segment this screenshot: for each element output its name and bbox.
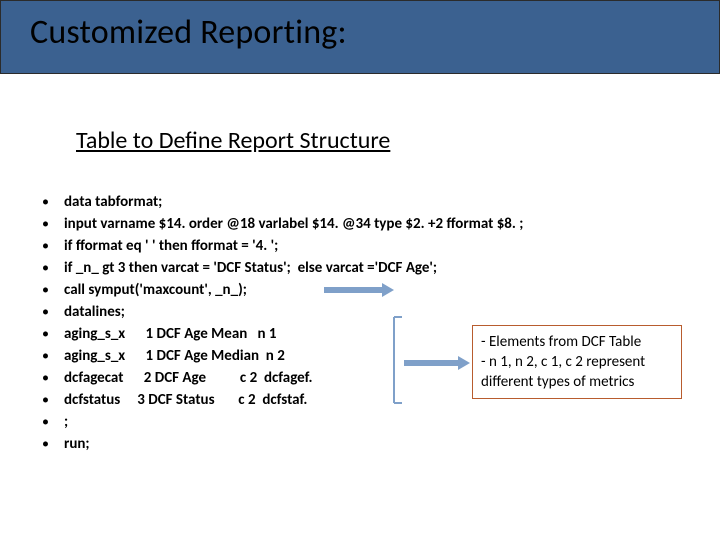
code-line: • if fformat eq ' ' then fformat = '4. '…: [38, 236, 438, 256]
bullet-icon: •: [38, 280, 64, 300]
code-line: • if _n_ gt 3 then varcat = 'DCF Status'…: [38, 258, 438, 278]
code-line: • aging_s_x 1 DCF Age Mean n 1: [38, 324, 438, 344]
annotation-box: - Elements from DCF Table - n 1, n 2, c …: [472, 325, 682, 399]
code-line: • datalines;: [38, 302, 438, 322]
slide-title: Customized Reporting:: [30, 12, 347, 53]
code-line: • input varname $14. order @18 varlabel …: [38, 214, 438, 234]
bullet-icon: •: [38, 258, 64, 278]
bullet-icon: •: [38, 192, 64, 212]
code-text: if _n_ gt 3 then varcat = 'DCF Status'; …: [64, 258, 437, 278]
code-text: ;: [64, 412, 68, 432]
code-line: • run;: [38, 434, 438, 454]
slide-subtitle: Table to Define Report Structure: [76, 126, 390, 155]
code-text: if fformat eq ' ' then fformat = '4. ';: [64, 236, 278, 256]
code-text: aging_s_x 1 DCF Age Mean n 1: [64, 324, 277, 344]
bullet-icon: •: [38, 434, 64, 454]
code-text: dcfstatus 3 DCF Status c 2 dcfstaf.: [64, 390, 307, 410]
bullet-icon: •: [38, 412, 64, 432]
code-text: call symput('maxcount', _n_);: [64, 280, 247, 300]
code-text: aging_s_x 1 DCF Age Median n 2: [64, 346, 285, 366]
code-line: • ;: [38, 412, 438, 432]
annotation-line: - Elements from DCF Table: [481, 332, 673, 352]
code-line: • dcfstatus 3 DCF Status c 2 dcfstaf.: [38, 390, 438, 410]
arrow-icon: [324, 283, 394, 297]
slide: Customized Reporting: Table to Define Re…: [0, 0, 720, 540]
code-text: data tabformat;: [64, 192, 162, 212]
code-block: • data tabformat; • input varname $14. o…: [38, 192, 438, 456]
code-text: datalines;: [64, 302, 125, 322]
bullet-icon: •: [38, 214, 64, 234]
bullet-icon: •: [38, 302, 64, 322]
bullet-icon: •: [38, 324, 64, 344]
code-line: • dcfagecat 2 DCF Age c 2 dcfagef.: [38, 368, 438, 388]
code-line: • data tabformat;: [38, 192, 438, 212]
code-text: run;: [64, 434, 90, 454]
bullet-icon: •: [38, 368, 64, 388]
bullet-icon: •: [38, 236, 64, 256]
code-line: • aging_s_x 1 DCF Age Median n 2: [38, 346, 438, 366]
bullet-icon: •: [38, 390, 64, 410]
code-text: input varname $14. order @18 varlabel $1…: [64, 214, 523, 234]
annotation-line: different types of metrics: [481, 372, 673, 392]
arrow-icon: [404, 356, 470, 370]
annotation-line: - n 1, n 2, c 1, c 2 represent: [481, 352, 673, 372]
code-text: dcfagecat 2 DCF Age c 2 dcfagef.: [64, 368, 313, 388]
bullet-icon: •: [38, 346, 64, 366]
